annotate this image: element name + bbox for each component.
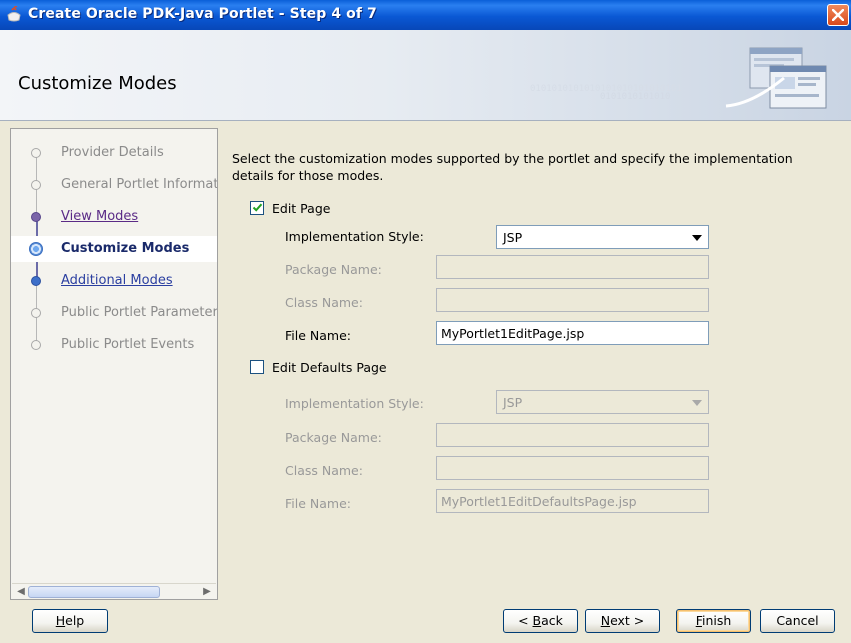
back-button-label: ack	[541, 613, 563, 628]
header-graphic-icon	[725, 47, 827, 109]
next-button-label: ext >	[610, 613, 645, 628]
package-name-field	[436, 255, 709, 279]
defaults-implementation-style-label: Implementation Style:	[285, 396, 424, 411]
finish-button[interactable]: Finish	[676, 609, 751, 633]
window-title: Create Oracle PDK-Java Portlet - Step 4 …	[28, 6, 377, 22]
header-binary-decoration-2: 0101010101010	[600, 92, 671, 102]
next-button-mnemonic: N	[600, 613, 611, 628]
nav-item-label: General Portlet Informat	[61, 177, 218, 192]
back-button[interactable]: < Back	[503, 609, 578, 633]
implementation-style-select[interactable]: JSP	[496, 225, 709, 249]
class-name-field	[436, 288, 709, 312]
horizontal-scrollbar[interactable]: ◀ ▶	[12, 583, 216, 599]
cancel-button-label: Cancel	[776, 613, 819, 628]
nav-item-label: Provider Details	[61, 145, 164, 160]
defaults-package-name-label: Package Name:	[285, 430, 382, 445]
wizard-header: Customize Modes 010101010101010101010101…	[0, 30, 851, 121]
defaults-implementation-style-select: JSP	[496, 390, 709, 414]
current-step-icon	[29, 242, 43, 256]
app-icon	[7, 6, 21, 22]
wizard-navigation: Provider Details General Portlet Informa…	[10, 128, 218, 600]
back-button-prefix: <	[518, 613, 533, 628]
nav-item-view-modes[interactable]: View Modes	[11, 204, 217, 230]
nav-item-label[interactable]: View Modes	[61, 209, 138, 224]
nav-item-public-portlet-events: Public Portlet Events	[11, 332, 217, 358]
step-indicator-icon	[31, 340, 41, 350]
chevron-down-icon	[692, 235, 702, 241]
nav-item-label: Customize Modes	[61, 241, 190, 256]
nav-item-public-portlet-parameters: Public Portlet Parameter	[11, 300, 218, 326]
defaults-file-name-field: MyPortlet1EditDefaultsPage.jsp	[436, 489, 709, 513]
back-button-mnemonic: B	[532, 613, 542, 628]
checkmark-icon	[252, 203, 263, 212]
step-indicator-icon	[31, 276, 41, 286]
cancel-button[interactable]: Cancel	[760, 609, 835, 633]
title-bar: Create Oracle PDK-Java Portlet - Step 4 …	[0, 0, 851, 30]
nav-item-provider-details: Provider Details	[11, 140, 217, 166]
step-indicator-icon	[31, 148, 41, 158]
step-indicator-icon	[31, 180, 41, 190]
nav-item-general-portlet-information: General Portlet Informat	[11, 172, 218, 198]
implementation-style-label: Implementation Style:	[285, 229, 424, 244]
step-indicator-icon	[31, 308, 41, 318]
chevron-down-icon	[692, 400, 702, 406]
nav-item-customize-modes[interactable]: Customize Modes	[11, 236, 217, 262]
edit-defaults-page-label[interactable]: Edit Defaults Page	[272, 360, 387, 375]
edit-defaults-page-checkbox[interactable]	[250, 360, 264, 374]
help-button-mnemonic: H	[55, 613, 66, 628]
nav-item-label: Public Portlet Parameter	[61, 305, 218, 320]
defaults-package-name-field	[436, 423, 709, 447]
page-title: Customize Modes	[18, 73, 177, 94]
defaults-implementation-style-value: JSP	[503, 395, 523, 410]
defaults-file-name-label: File Name:	[285, 496, 351, 511]
file-name-field[interactable]: MyPortlet1EditPage.jsp	[436, 321, 709, 345]
help-button[interactable]: Help	[32, 609, 108, 633]
defaults-class-name-label: Class Name:	[285, 463, 363, 478]
scrollbar-thumb[interactable]	[28, 586, 160, 598]
nav-item-label: Public Portlet Events	[61, 337, 195, 352]
scroll-left-icon[interactable]: ◀	[14, 585, 28, 599]
description-text: Select the customization modes supported…	[232, 151, 793, 183]
help-button-label: elp	[65, 613, 85, 628]
close-button[interactable]	[827, 4, 849, 26]
nav-item-label[interactable]: Additional Modes	[61, 273, 173, 288]
package-name-label: Package Name:	[285, 262, 382, 277]
edit-page-checkbox[interactable]	[250, 201, 264, 215]
implementation-style-value: JSP	[503, 230, 523, 245]
close-icon	[832, 9, 844, 21]
finish-button-label: inish	[701, 613, 732, 628]
defaults-class-name-field	[436, 456, 709, 480]
nav-item-additional-modes[interactable]: Additional Modes	[11, 268, 217, 294]
next-button[interactable]: Next >	[585, 609, 660, 633]
main-content: Select the customization modes supported…	[218, 128, 851, 600]
edit-page-label[interactable]: Edit Page	[272, 201, 330, 216]
step-indicator-icon	[31, 212, 41, 222]
scroll-right-icon[interactable]: ▶	[200, 585, 214, 599]
file-name-label: File Name:	[285, 328, 351, 343]
class-name-label: Class Name:	[285, 295, 363, 310]
